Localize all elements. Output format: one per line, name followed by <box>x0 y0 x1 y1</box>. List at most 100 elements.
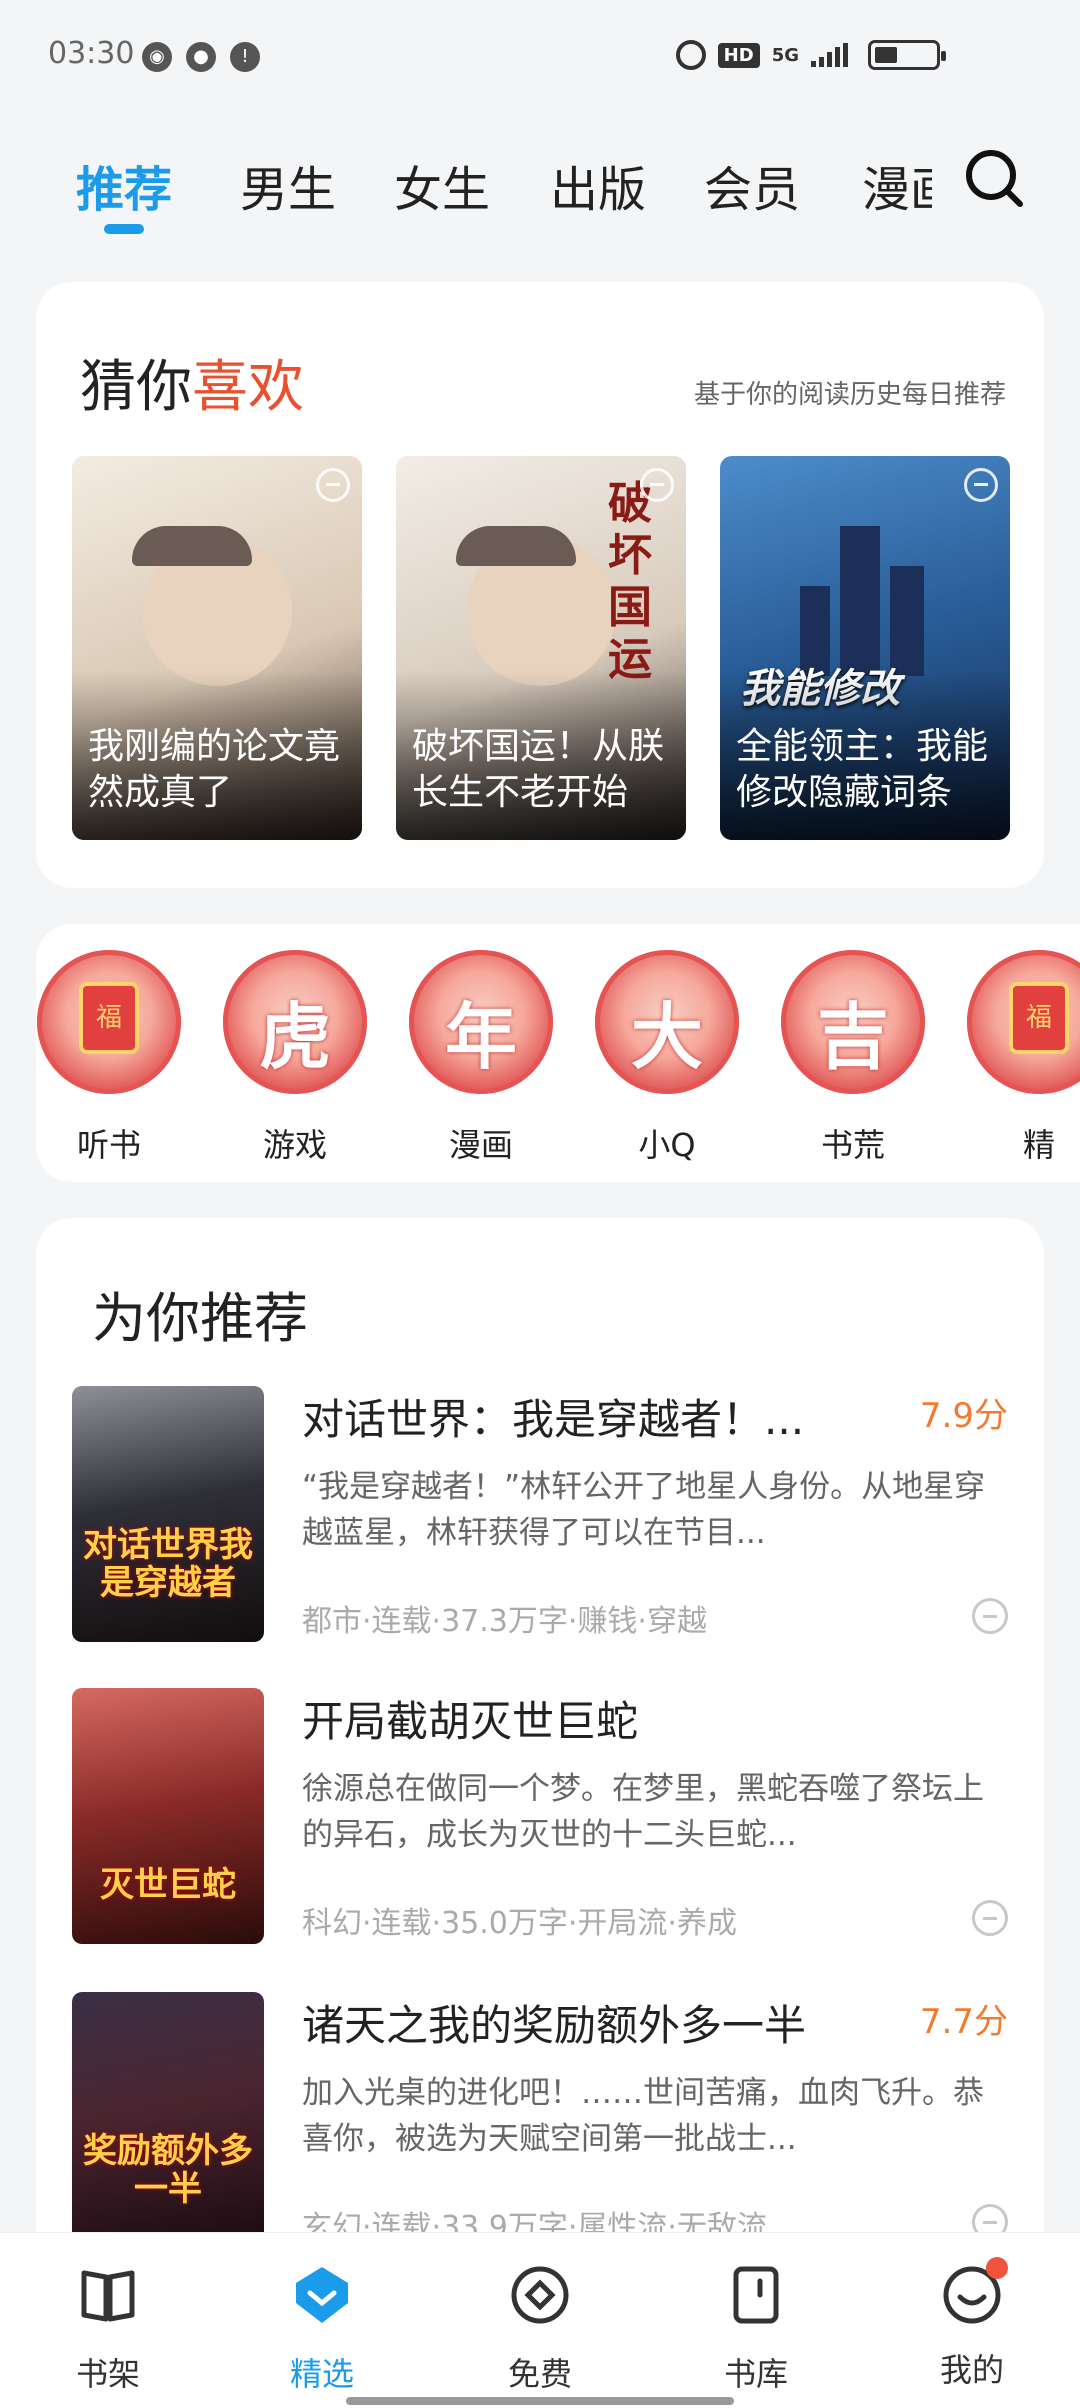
nav-me[interactable]: 我的 <box>912 2257 1032 2391</box>
book-score: 7.9分 <box>919 1396 1008 1436</box>
guess-book-1[interactable]: 我刚编的论文竟然成真了 <box>72 456 362 840</box>
new-year-icon: 年 <box>409 950 553 1094</box>
notification-icons: ◉ ● ! <box>142 42 260 72</box>
dislike-icon[interactable] <box>964 468 998 502</box>
recommend-book-3[interactable]: 奖励额外多一半 诸天之我的奖励额外多一半 7.7分 加入光桌的进化吧！……世间苦… <box>72 1992 1008 2252</box>
quick-item-label: 精 <box>1022 1126 1055 1164</box>
recommend-card: 为你推荐 对话世界我是穿越者 对话世界：我是穿越者！... 7.9分 “我是穿越… <box>36 1218 1044 2278</box>
quick-item-xiaoq[interactable]: 大 小Q <box>594 950 740 1166</box>
castle-illustration <box>790 516 940 676</box>
guess-book-3[interactable]: 我能修改 全能领主：我能修改隐藏词条 <box>720 456 1010 840</box>
recommend-book-2[interactable]: 灭世巨蛇 开局截胡灭世巨蛇 徐源总在做同一个梦。在梦里，黑蛇吞噬了祭坛上的异石，… <box>72 1688 1008 1948</box>
quick-item-more[interactable]: 福 精 <box>966 950 1080 1166</box>
profile-icon-wrap <box>940 2257 1008 2327</box>
book-info: 对话世界：我是穿越者！... 7.9分 “我是穿越者！”林轩公开了地星人身份。从… <box>302 1386 1008 1642</box>
search-icon[interactable] <box>964 148 1024 208</box>
guess-title-prefix: 猜你 <box>80 355 192 420</box>
nav-free[interactable]: 免费 <box>480 2263 600 2395</box>
tab-comics[interactable]: 漫画 <box>862 150 932 220</box>
bottom-nav: 书架 精选 免费 书库 我的 <box>0 2232 1080 2408</box>
guess-book-title: 我刚编的论文竟然成真了 <box>88 726 341 813</box>
bookshelf-icon <box>81 2270 135 2322</box>
message-icon: ● <box>186 42 216 72</box>
tab-male[interactable]: 男生 <box>240 150 336 220</box>
featured-icon <box>296 2267 348 2323</box>
nav-label: 免费 <box>507 2355 572 2393</box>
cover-illustration-hair <box>456 526 576 566</box>
book-title: 诸天之我的奖励额外多一半 <box>302 2001 807 2050</box>
library-icon <box>733 2266 779 2324</box>
dislike-icon[interactable] <box>316 468 350 502</box>
book-cover: 对话世界我是穿越者 <box>72 1386 264 1642</box>
guess-book-title: 全能领主：我能修改隐藏词条 <box>736 726 989 813</box>
network-type: 5G <box>771 44 799 66</box>
book-description: 加入光桌的进化吧！……世间苦痛，血肉飞升。恭喜你，被选为天赋空间第一批战士... <box>302 2075 984 2157</box>
book-description: 徐源总在做同一个梦。在梦里，黑蛇吞噬了祭坛上的异石，成长为灭世的十二头巨蛇... <box>302 1771 984 1853</box>
quick-item-audiobook[interactable]: 福 听书 <box>36 950 182 1166</box>
tab-vip[interactable]: 会员 <box>704 150 800 220</box>
system-icons: HD 5G <box>675 40 946 70</box>
fu-icon: 福 <box>37 950 181 1094</box>
recommend-book-1[interactable]: 对话世界我是穿越者 对话世界：我是穿越者！... 7.9分 “我是穿越者！”林轩… <box>72 1386 1008 1646</box>
guess-subtitle: 基于你的阅读历史每日推荐 <box>693 380 1006 410</box>
tab-publish[interactable]: 出版 <box>550 150 646 220</box>
tab-female[interactable]: 女生 <box>394 150 490 220</box>
quick-menu-card: 福 听书 虎 游戏 年 漫画 大 小Q 吉 书荒 福 精 <box>36 924 1080 1182</box>
quick-item-label: 书荒 <box>820 1126 885 1164</box>
nav-label: 书库 <box>723 2355 788 2393</box>
guess-title: 猜你喜欢 <box>80 342 304 423</box>
signal-icon <box>811 43 848 67</box>
book-title: 对话世界：我是穿越者！... <box>302 1395 805 1444</box>
nav-bookshelf[interactable]: 书架 <box>48 2263 168 2395</box>
quick-item-label: 听书 <box>76 1126 141 1164</box>
tiger-icon: 虎 <box>223 950 367 1094</box>
guess-book-2[interactable]: 破坏国运 破坏国运！从朕长生不老开始 <box>396 456 686 840</box>
cover-vertical-title: 破坏国运 <box>608 478 652 685</box>
tab-recommend[interactable]: 推荐 <box>76 150 172 220</box>
fu-icon: 福 <box>967 950 1080 1094</box>
book-score: 7.7分 <box>919 2002 1008 2042</box>
book-meta: 都市·连载·37.3万字·赚钱·穿越 <box>302 1604 707 1639</box>
quick-item-games[interactable]: 虎 游戏 <box>222 950 368 1166</box>
cover-title-art: 灭世巨蛇 <box>100 1865 236 1905</box>
status-bar: 03:30 ◉ ● ! HD 5G <box>0 0 1080 110</box>
dislike-icon[interactable] <box>640 468 674 502</box>
free-icon <box>511 2266 569 2324</box>
wechat-icon: ◉ <box>142 42 172 72</box>
quick-item-label: 漫画 <box>448 1126 513 1164</box>
guess-book-title: 破坏国运！从朕长生不老开始 <box>412 726 665 813</box>
quick-item-label: 小Q <box>638 1126 696 1164</box>
nav-library[interactable]: 书库 <box>696 2263 816 2395</box>
status-time: 03:30 <box>48 36 135 71</box>
recommend-title: 为你推荐 <box>92 1287 308 1350</box>
quick-item-comics[interactable]: 年 漫画 <box>408 950 554 1166</box>
tab-indicator <box>104 224 144 234</box>
dislike-icon[interactable] <box>972 1598 1008 1634</box>
da-icon: 大 <box>595 950 739 1094</box>
hd-icon: HD <box>717 42 760 68</box>
book-title: 开局截胡灭世巨蛇 <box>302 1697 639 1746</box>
quick-item-book-drought[interactable]: 吉 书荒 <box>780 950 926 1166</box>
guess-you-like-card: 猜你喜欢 基于你的阅读历史每日推荐 我刚编的论文竟然成真了 破坏国运 破坏国运！… <box>36 282 1044 888</box>
nav-featured[interactable]: 精选 <box>262 2263 382 2395</box>
alarm-icon <box>675 40 706 70</box>
nav-label: 我的 <box>939 2351 1004 2389</box>
quick-item-label: 游戏 <box>262 1126 327 1164</box>
nav-label: 书架 <box>75 2355 140 2393</box>
alert-icon: ! <box>230 42 260 72</box>
home-indicator[interactable] <box>346 2397 734 2405</box>
notification-dot <box>986 2257 1008 2279</box>
dislike-icon[interactable] <box>972 1900 1008 1936</box>
book-meta: 科幻·连载·35.0万字·开局流·养成 <box>302 1906 737 1941</box>
book-info: 开局截胡灭世巨蛇 徐源总在做同一个梦。在梦里，黑蛇吞噬了祭坛上的异石，成长为灭世… <box>302 1688 1008 1944</box>
top-tabs: 推荐 男生 女生 出版 会员 漫画 <box>0 140 1080 250</box>
battery-icon <box>868 40 946 70</box>
ji-icon: 吉 <box>781 950 925 1094</box>
book-description: “我是穿越者！”林轩公开了地星人身份。从地星穿越蓝星，林轩获得了可以在节目... <box>302 1469 986 1551</box>
cover-illustration-hair <box>132 526 252 566</box>
nav-label: 精选 <box>289 2355 354 2393</box>
book-info: 诸天之我的奖励额外多一半 7.7分 加入光桌的进化吧！……世间苦痛，血肉飞升。恭… <box>302 1992 1008 2248</box>
guess-title-accent: 喜欢 <box>192 355 304 420</box>
book-cover: 灭世巨蛇 <box>72 1688 264 1944</box>
cover-title-art: 奖励额外多一半 <box>83 2131 253 2209</box>
